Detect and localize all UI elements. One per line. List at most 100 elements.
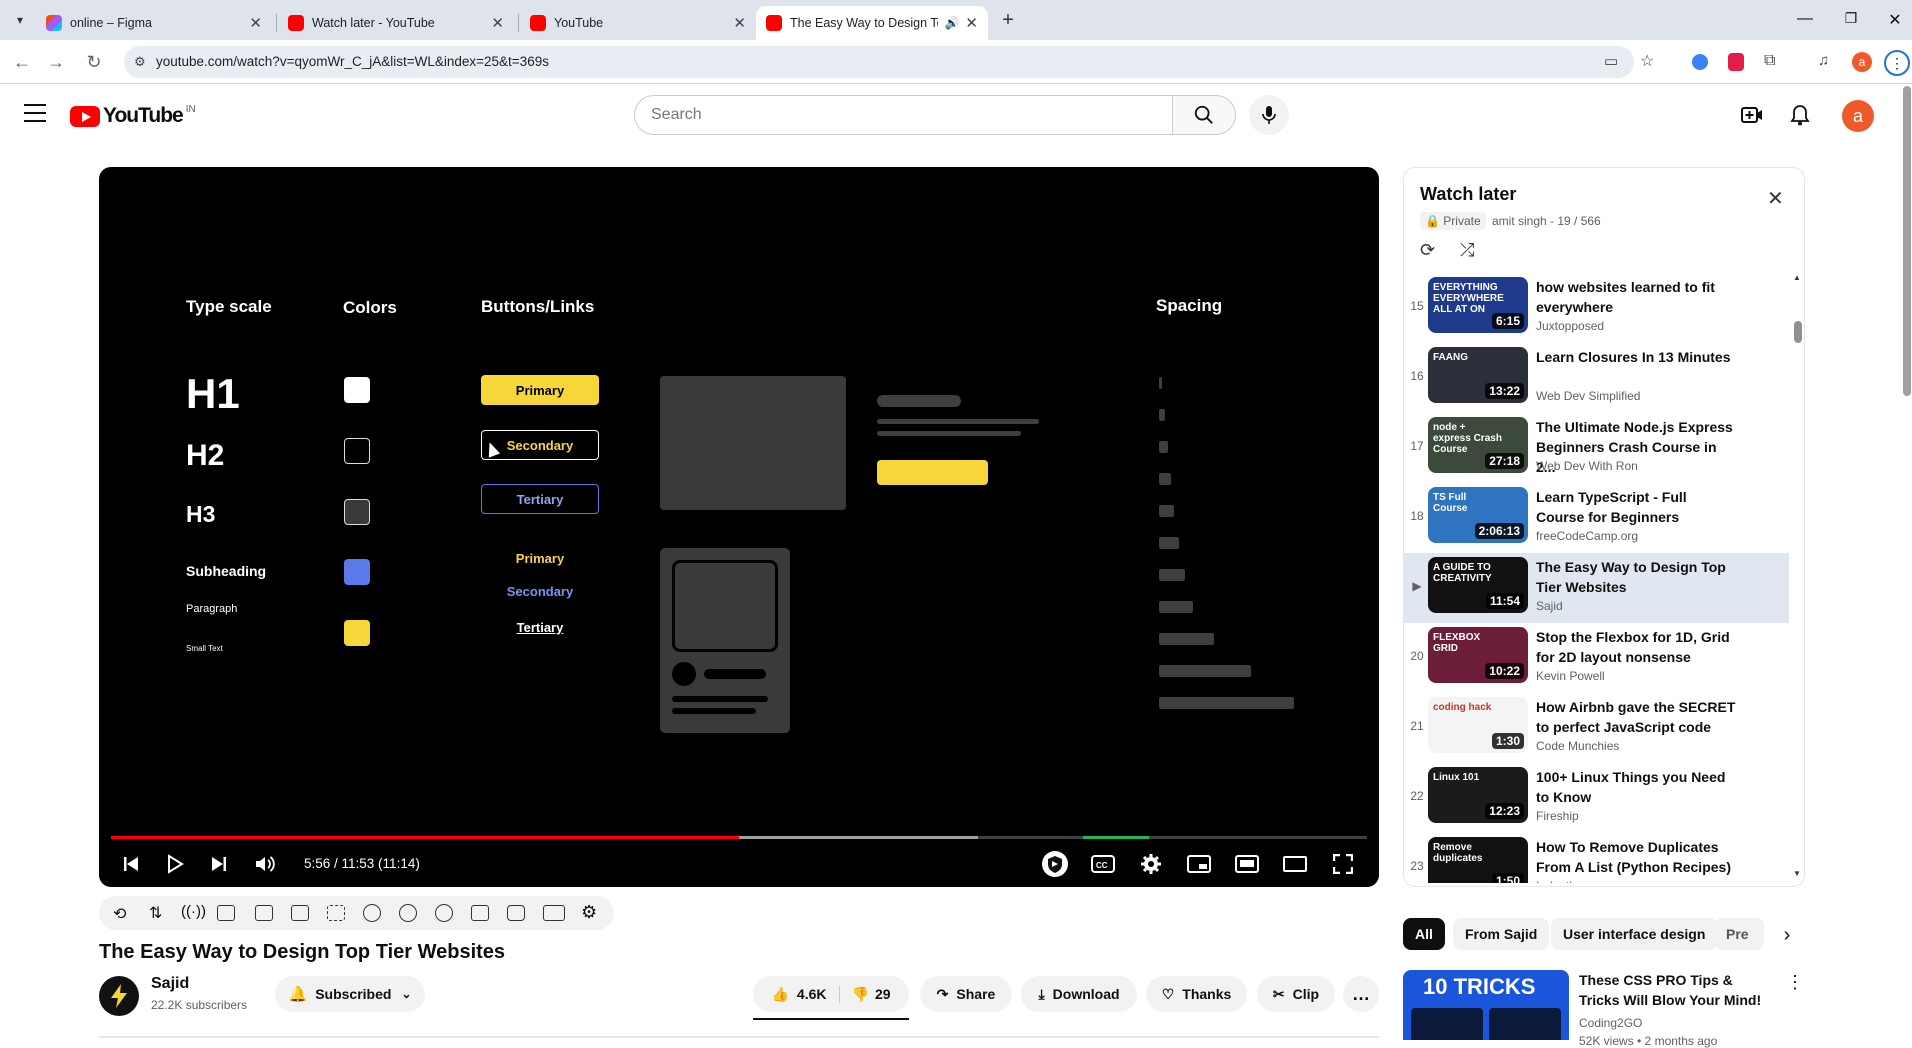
playlist-item[interactable]: 22 Linux 101 12:23 100+ Linux Things you Ne… <box>1404 763 1789 833</box>
hide-icon[interactable] <box>217 905 235 921</box>
playlist-item-channel[interactable]: Fireship <box>1536 809 1579 823</box>
speaker-icon[interactable]: 🔊 <box>944 16 959 30</box>
close-tab-icon[interactable]: ✕ <box>965 14 978 32</box>
browser-menu-icon[interactable]: ⋮ <box>1884 50 1910 76</box>
restore-button[interactable]: ❐ <box>1836 10 1866 30</box>
playlist-item-thumbnail[interactable]: node + express Crash Course 27:18 <box>1428 417 1528 473</box>
picture-in-picture-icon[interactable] <box>1229 846 1265 882</box>
playlist-item-title[interactable]: how websites learned to fit everywhere <box>1536 277 1736 317</box>
tab-watch-later[interactable]: Watch later - YouTube ✕ <box>278 6 514 40</box>
forward-button[interactable]: → <box>44 50 68 74</box>
address-bar[interactable]: ⚙ youtube.com/watch?v=qyomWr_C_jA&list=W… <box>124 46 1654 78</box>
cinema-icon[interactable] <box>255 905 273 921</box>
playlist-item-thumbnail[interactable]: TS Full Course 2:06:13 <box>1428 487 1528 543</box>
playlist-item[interactable]: 17 node + express Crash Course 27:18 The Ul… <box>1404 413 1789 483</box>
playlist-item-title[interactable]: How To Remove Duplicates From A List (Py… <box>1536 837 1736 877</box>
chip-from-sajid[interactable]: From Sajid <box>1453 918 1550 950</box>
playlist-item-channel[interactable]: Code Munchies <box>1536 739 1619 753</box>
playlist-item[interactable]: 18 TS Full Course 2:06:13 Learn TypeScript … <box>1404 483 1789 553</box>
playlist-item-thumbnail[interactable]: EVERYTHING EVERYWHERE ALL AT ON 6:15 <box>1428 277 1528 333</box>
fullscreen-icon[interactable] <box>1325 846 1361 882</box>
playlist-item-title[interactable]: The Easy Way to Design Top Tier Websites <box>1536 557 1736 597</box>
tab-youtube[interactable]: YouTube ✕ <box>520 6 756 40</box>
channel-avatar[interactable] <box>99 976 139 1016</box>
progress-bar[interactable] <box>111 836 1367 839</box>
playlist-item-channel[interactable]: Indently <box>1536 879 1578 883</box>
shuffle-icon[interactable]: ⤮ <box>1460 240 1474 261</box>
sort-icon[interactable]: ⇅ <box>149 903 162 923</box>
previous-button[interactable] <box>113 846 149 882</box>
playlist-item-thumbnail[interactable]: A GUIDE TO CREATIVITY 11:54 <box>1428 557 1528 613</box>
tab-current-video[interactable]: The Easy Way to Design Top 🔊 ✕ <box>756 6 988 40</box>
keyboard-icon[interactable] <box>543 905 565 921</box>
screenshot-camera-icon[interactable] <box>507 905 525 921</box>
chip-all[interactable]: All <box>1403 918 1445 950</box>
chip-ui-design[interactable]: User interface design <box>1551 918 1718 950</box>
close-playlist-button[interactable]: ✕ <box>1767 186 1784 211</box>
tab-figma[interactable]: online – Figma ✕ <box>36 6 272 40</box>
scroll-down-arrow[interactable]: ▼ <box>1793 869 1801 878</box>
playlist-item-channel[interactable]: Web Dev With Ron <box>1536 459 1638 473</box>
next-button[interactable] <box>201 846 237 882</box>
thanks-button[interactable]: ♡ Thanks <box>1146 976 1247 1012</box>
hamburger-menu-icon[interactable] <box>24 104 46 122</box>
share-button[interactable]: ↷ Share <box>920 976 1012 1012</box>
download-button[interactable]: ⤓ Download <box>1021 976 1137 1012</box>
playlist-item-channel[interactable]: Juxtopposed <box>1536 319 1604 333</box>
settings-gear-icon[interactable] <box>1133 846 1169 882</box>
recommendation-title[interactable]: These CSS PRO Tips & Tricks Will Blow Yo… <box>1579 970 1769 1010</box>
tab-search-icon[interactable]: ▾ <box>10 10 30 30</box>
playlist-item-channel[interactable]: Kevin Powell <box>1536 669 1605 683</box>
dislike-button[interactable]: 👎 29 <box>840 986 891 1003</box>
broadcast-icon[interactable]: ((·)) <box>181 903 206 920</box>
install-app-icon[interactable]: ▭ <box>1604 52 1618 70</box>
captions-icon[interactable]: CC <box>1085 846 1121 882</box>
like-button[interactable]: 👍 4.6K <box>771 985 840 1003</box>
playlist-item-channel[interactable]: freeCodeCamp.org <box>1536 529 1638 543</box>
notifications-bell-icon[interactable] <box>1788 103 1812 127</box>
close-tab-icon[interactable]: ✕ <box>491 14 504 32</box>
loop-icon[interactable]: ⟲ <box>113 904 126 924</box>
color-wheel-icon[interactable] <box>363 904 381 922</box>
playlist-item[interactable]: 21 coding hack 1:30 How Airbnb gave the SEC… <box>1404 693 1789 763</box>
playlist-item-channel[interactable]: Web Dev Simplified <box>1536 389 1640 403</box>
playlist-item-title[interactable]: Stop the Flexbox for 1D, Grid for 2D lay… <box>1536 627 1736 667</box>
playlist-scrollbar[interactable]: ▲ ▼ <box>1792 273 1802 883</box>
close-tab-icon[interactable]: ✕ <box>249 14 262 32</box>
new-tab-button[interactable]: + <box>996 8 1020 32</box>
playlist-item-title[interactable]: Learn Closures In 13 Minutes <box>1536 347 1736 367</box>
bookmark-star-icon[interactable]: ☆ <box>1640 51 1654 71</box>
playlist-item-thumbnail[interactable]: FAANG 13:22 <box>1428 347 1528 403</box>
shield-extension-icon[interactable] <box>1728 53 1744 71</box>
puzzle-extensions-icon[interactable]: ⧉ <box>1764 52 1775 70</box>
speedometer-icon[interactable] <box>399 904 417 922</box>
recommendation-channel[interactable]: Coding2GO <box>1579 1016 1642 1030</box>
loop-playlist-icon[interactable]: ⟳ <box>1420 240 1435 261</box>
profile-avatar[interactable]: a <box>1852 52 1872 72</box>
chip-pre[interactable]: Pre <box>1714 918 1764 950</box>
playlist-item-thumbnail[interactable]: Linux 101 12:23 <box>1428 767 1528 823</box>
site-info-icon[interactable]: ⚙ <box>134 54 146 70</box>
search-input[interactable] <box>634 95 1173 135</box>
media-control-icon[interactable]: ♫ <box>1818 52 1829 69</box>
playlist-item[interactable]: 23 Remove duplicates 1:50 How To Remove Dup… <box>1404 833 1789 883</box>
extension-icon[interactable] <box>1692 54 1708 70</box>
playlist-item[interactable]: 16 FAANG 13:22 Learn Closures In 13 Minutes… <box>1404 343 1789 413</box>
theater-mode-icon[interactable] <box>1277 846 1313 882</box>
subscribed-button[interactable]: 🔔 Subscribed ⌄ <box>275 976 425 1012</box>
adblock-shield-icon[interactable] <box>1037 846 1073 882</box>
account-avatar[interactable]: a <box>1842 100 1874 132</box>
close-tab-icon[interactable]: ✕ <box>733 14 746 32</box>
playlist-item-title[interactable]: 100+ Linux Things you Need to Know <box>1536 767 1736 807</box>
page-scrollbar-thumb[interactable] <box>1903 86 1911 396</box>
playlist-item[interactable]: 20 FLEXBOX GRID 10:22 Stop the Flexbox for … <box>1404 623 1789 693</box>
more-actions-button[interactable]: … <box>1343 976 1379 1012</box>
playlist-item-current[interactable]: ▶ A GUIDE TO CREATIVITY 11:54 The Easy Way … <box>1404 553 1789 623</box>
voice-search-button[interactable] <box>1249 95 1289 135</box>
scroll-thumb[interactable] <box>1794 321 1802 343</box>
back-button[interactable]: ← <box>10 50 34 74</box>
clip-button[interactable]: ✂ Clip <box>1257 976 1335 1012</box>
create-video-icon[interactable] <box>1740 103 1764 127</box>
aspect-icon[interactable] <box>291 905 309 921</box>
screen-icon[interactable] <box>327 905 345 921</box>
